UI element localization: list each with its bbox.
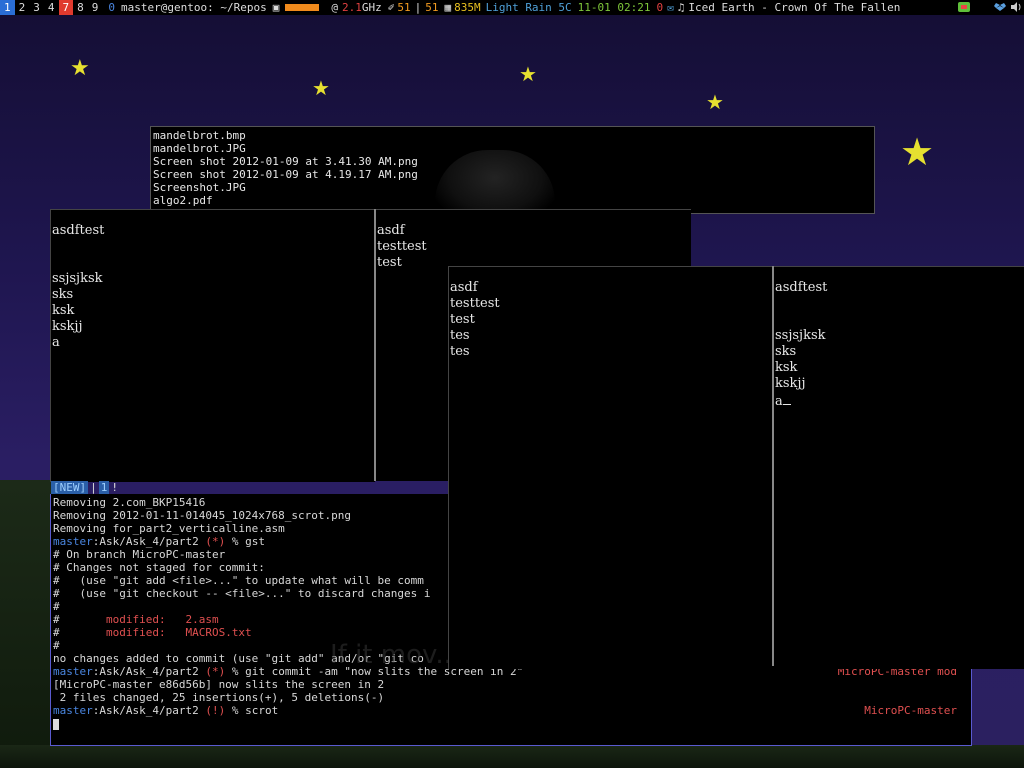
workspace-4[interactable]: 4 [44,0,59,15]
editor-line: a [52,335,60,350]
prompt-git-flag: (*) [205,535,232,548]
editor-line: ksk [52,303,75,318]
prompt-path: :Ask/Ask_4/part2 [92,535,206,548]
editor-line: ssjsjksk [775,328,826,343]
editor-pane-front-left-text: asdf testtest test tes tes [449,280,772,360]
editor-status-line: [NEW] | 1! [51,481,120,494]
window-count: 0 [108,1,115,14]
now-playing: Iced Earth - Crown Of The Fallen [688,1,901,14]
shell-prompt-line: master:Ask/Ask_4/part2 (!) % scrot MicroP… [53,704,969,717]
editor-line: asdf [377,223,405,238]
editor-line: testtest [377,239,427,254]
headphones-icon: ♫ [677,1,685,14]
cpu-icon: ▣ [272,1,280,14]
prompt-git-branch: MicroPC-master [864,704,957,717]
window-title: master@gentoo: ~/Repos [121,1,267,14]
mail-count: 0 [656,1,664,14]
status-tail: ! [111,481,118,494]
memory-icon: ▦ [444,1,452,14]
volume-tray-icon[interactable] [1009,0,1023,15]
editor-line: a [775,392,1023,409]
editor-line: ssjsjksk [52,271,103,286]
thermometer-icon: ✐ [387,1,395,14]
wallpaper-ground [0,480,52,768]
editor-line: sks [52,287,74,302]
workspace-1[interactable]: 1 [0,0,15,15]
mail-icon: ✉ [667,1,674,14]
star-decoration: ★ [706,90,724,114]
editor-pane-front-right-text: asdftest ssjsjksk sks ksk kskjj a [774,280,1024,409]
workspace-2[interactable]: 2 [15,0,30,15]
prompt-git-flag: (*) [205,665,232,678]
prompt-user: master [53,665,93,678]
top-status-bar: 1 2 3 4 7 8 9 0 master@gentoo: ~/Repos ▣ @2.1GHz ✐ 5… [0,0,1024,15]
star-decoration: ★ [519,62,537,86]
editor-line: asdf [450,280,478,295]
cpu-usage-bar [285,4,320,11]
buffer-number-tag: 1 [98,481,110,494]
prompt-path: :Ask/Ask_4/part2 [92,665,206,678]
editor-pane-left-text: asdftest ssjsjksk sks ksk kskjj a [51,223,375,351]
workspace-9[interactable]: 9 [88,0,103,15]
workspace-switcher: 1234789 [0,0,102,15]
wallpaper-ground-bottom [0,745,1024,768]
prompt-command: % gst [231,535,265,548]
workspace-7[interactable]: 7 [58,0,74,15]
buffer-new-tag: [NEW] [51,481,89,494]
editor-line: tes [450,344,470,359]
editor-line: sks [775,344,797,359]
temp-separator: | [414,1,422,14]
status-separator: | [90,481,97,494]
prompt-user: master [53,535,93,548]
memory-usage: 835M [454,1,481,14]
editor-pane-left[interactable]: asdftest ssjsjksk sks ksk kskjj a [50,209,375,482]
editor-line: test [450,312,475,327]
shell-cursor [53,718,59,730]
cpu-freq-unit: GHz [361,1,382,14]
editor-line: asdftest [775,280,828,295]
shell-output-line: [MicroPC-master e86d56b] now slits the s… [53,678,385,691]
network-tray-icon[interactable] [957,0,971,15]
prompt-git-flag: (!) [205,704,232,717]
star-decoration: ★ [312,76,330,100]
date-time: 11-01 02:21 [577,1,651,14]
editor-pane-right-text: asdftesttesttesttestes [376,223,691,268]
star-decoration: ★ [900,130,935,174]
editor-line: kskjj [775,376,806,391]
editor-line: ksk [775,360,798,375]
temp2: 51 [425,1,439,14]
shell-input-line[interactable] [53,717,969,730]
editor-pane-right[interactable]: asdftesttesttesttestes [376,209,691,268]
editor-line: kskjj [52,319,83,334]
cpu-freq-prefix: @ [331,1,338,14]
temp1: 51 [397,1,411,14]
dropbox-tray-icon[interactable] [993,0,1007,15]
cpu-freq-value: 2.1 [341,1,362,14]
star-decoration: ★ [70,56,90,81]
editor-line: testtest [450,296,500,311]
weather: Light Rain 5C [485,1,572,14]
editor-line: asdftest [52,223,105,238]
shell-output-line: 2 files changed, 25 insertions(+), 5 del… [53,691,385,704]
editor-line: tes [450,328,470,343]
prompt-user: master [53,704,93,717]
prompt-path: :Ask/Ask_4/part2 [92,704,206,717]
editor-pane-right-lower[interactable] [376,267,448,481]
prompt-command: % scrot [231,704,279,717]
workspace-3[interactable]: 3 [29,0,44,15]
editor-pane-front-left[interactable]: asdf testtest test tes tes [448,266,772,669]
workspace-8[interactable]: 8 [73,0,88,15]
text-cursor [782,392,791,405]
editor-pane-front-right[interactable]: asdftest ssjsjksk sks ksk kskjj a [774,266,1024,669]
